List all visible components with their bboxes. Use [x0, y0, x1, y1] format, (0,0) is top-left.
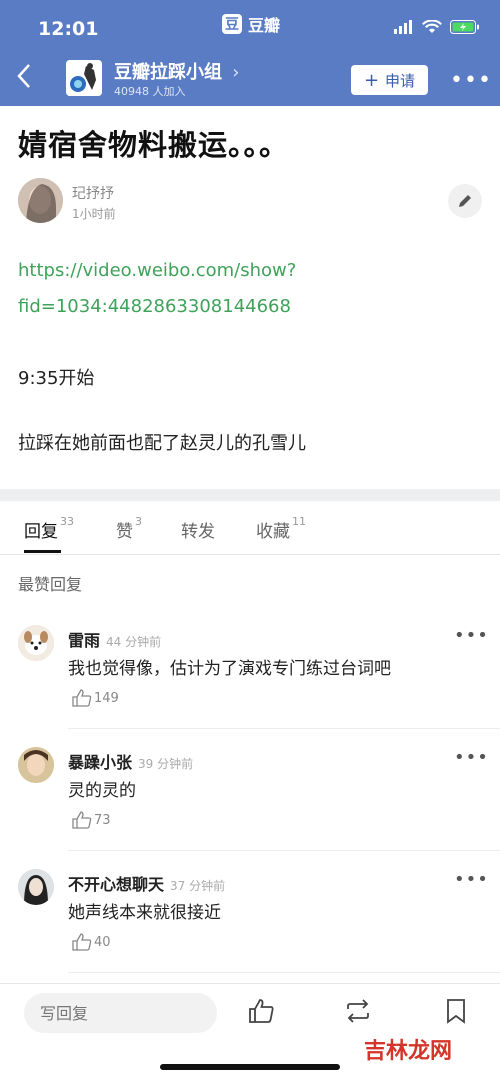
person-avatar-image [18, 747, 54, 783]
member-count: 40948 人加入 [114, 85, 186, 98]
post-title: 婧宿舍物料搬运。。。 [18, 128, 290, 162]
status-time: 12:01 [38, 18, 99, 40]
comment-like-count: 40 [94, 934, 111, 950]
tab-bar: 回复 33 赞3 转发 收藏 11 [0, 501, 500, 555]
person-avatar-image [18, 869, 54, 905]
tab-likes-count: 3 [135, 515, 142, 528]
douban-logo-icon: 豆 [222, 14, 242, 34]
app-header: 12:01 豆 豆瓣 豆瓣拉踩小组 › 40948 人加入 + 申请 ••• [0, 0, 500, 106]
status-icons [394, 20, 480, 34]
post-paragraph-2: 拉踩在她前面也配了赵灵儿的孔雪儿 [18, 433, 306, 454]
comment-more-icon[interactable]: ••• [454, 869, 489, 890]
comment-like-button[interactable]: 73 [72, 811, 111, 829]
apply-join-button[interactable]: + 申请 [351, 65, 428, 95]
comment-like-button[interactable]: 149 [72, 689, 119, 707]
nav-row: 豆瓣拉踩小组 › 40948 人加入 + 申请 ••• [0, 58, 500, 106]
tab-likes-label: 赞 [116, 522, 133, 542]
group-name-text: 豆瓣拉踩小组 [114, 62, 222, 83]
pencil-icon [459, 195, 471, 207]
signal-icon [394, 20, 412, 34]
tab-collections-count: 11 [292, 515, 306, 528]
comment-like-count: 73 [94, 812, 111, 828]
comment-text: 我也觉得像，估计为了演戏专门练过台词吧 [68, 659, 391, 679]
bookmark-icon[interactable] [441, 996, 471, 1026]
more-options-icon[interactable]: ••• [450, 68, 492, 93]
tab-reshares-label: 转发 [181, 522, 215, 542]
comment-more-icon[interactable]: ••• [454, 625, 489, 646]
comment-avatar[interactable] [18, 869, 54, 905]
app-name: 豆瓣 [248, 16, 281, 35]
author-avatar-image [18, 178, 63, 223]
tab-reshares[interactable]: 转发 [181, 517, 215, 542]
edit-button[interactable] [448, 184, 482, 218]
author-avatar[interactable] [18, 178, 63, 223]
comment-divider [68, 850, 500, 851]
group-name[interactable]: 豆瓣拉踩小组 › [114, 58, 239, 84]
comment-time: 44 分钟前 [106, 635, 162, 649]
comment-text: 灵的灵的 [68, 781, 136, 801]
active-tab-indicator [24, 550, 61, 553]
wifi-icon [422, 20, 442, 33]
tab-collections[interactable]: 收藏 11 [256, 515, 306, 542]
tab-replies[interactable]: 回复 33 [24, 515, 74, 542]
tab-replies-label: 回复 [24, 522, 58, 542]
tab-likes[interactable]: 赞3 [116, 515, 142, 542]
group-logo-icon [66, 60, 102, 96]
comment-more-icon[interactable]: ••• [454, 747, 489, 768]
home-indicator[interactable] [160, 1064, 340, 1070]
post-time: 1小时前 [72, 207, 116, 221]
weibo-link-line1[interactable]: https://video.weibo.com/show? [18, 260, 296, 281]
thumbs-up-icon [72, 689, 92, 707]
comment-avatar[interactable] [18, 747, 54, 783]
reply-input[interactable] [24, 993, 217, 1033]
comment-author[interactable]: 暴躁小张 39 分钟前 [68, 749, 193, 773]
plus-icon: + [363, 69, 380, 91]
comment-author[interactable]: 不开心想聊天 37 分钟前 [68, 871, 225, 895]
dog-avatar-image [18, 625, 54, 661]
comment-like-button[interactable]: 40 [72, 933, 111, 951]
comment-author-name: 雷雨 [68, 631, 101, 650]
comment-avatar[interactable] [18, 625, 54, 661]
battery-icon [450, 20, 479, 34]
app-logo: 豆 豆瓣 [222, 12, 280, 36]
tab-replies-count: 33 [60, 515, 74, 528]
section-divider [0, 489, 500, 501]
reshare-icon[interactable] [343, 996, 373, 1026]
thumbs-up-icon [72, 933, 92, 951]
comment-divider [68, 972, 500, 973]
group-avatar[interactable] [66, 60, 102, 96]
like-post-icon[interactable] [246, 996, 276, 1026]
post-paragraph-1: 9:35开始 [18, 368, 95, 389]
top-replies-heading: 最赞回复 [18, 575, 83, 594]
watermark-text: 吉林龙网 [364, 1039, 453, 1064]
comment-time: 37 分钟前 [170, 879, 226, 893]
comment-time: 39 分钟前 [138, 757, 194, 771]
thumbs-up-icon [72, 811, 92, 829]
comment-author-name: 不开心想聊天 [68, 875, 165, 894]
comment-author-name: 暴躁小张 [68, 753, 133, 772]
apply-join-label: 申请 [385, 71, 416, 90]
status-bar: 12:01 豆 豆瓣 [0, 0, 500, 58]
weibo-link-line2[interactable]: fid=1034:4482863308144668 [18, 296, 291, 317]
comment-like-count: 149 [94, 690, 119, 706]
chevron-right-icon: › [232, 62, 240, 83]
author-name[interactable]: 玘抒抒 [72, 183, 114, 203]
comment-text: 她声线本来就很接近 [68, 903, 221, 923]
comment-divider [68, 728, 500, 729]
tab-collections-label: 收藏 [256, 522, 290, 542]
back-arrow-icon[interactable] [16, 62, 32, 96]
comment-author[interactable]: 雷雨 44 分钟前 [68, 627, 161, 651]
